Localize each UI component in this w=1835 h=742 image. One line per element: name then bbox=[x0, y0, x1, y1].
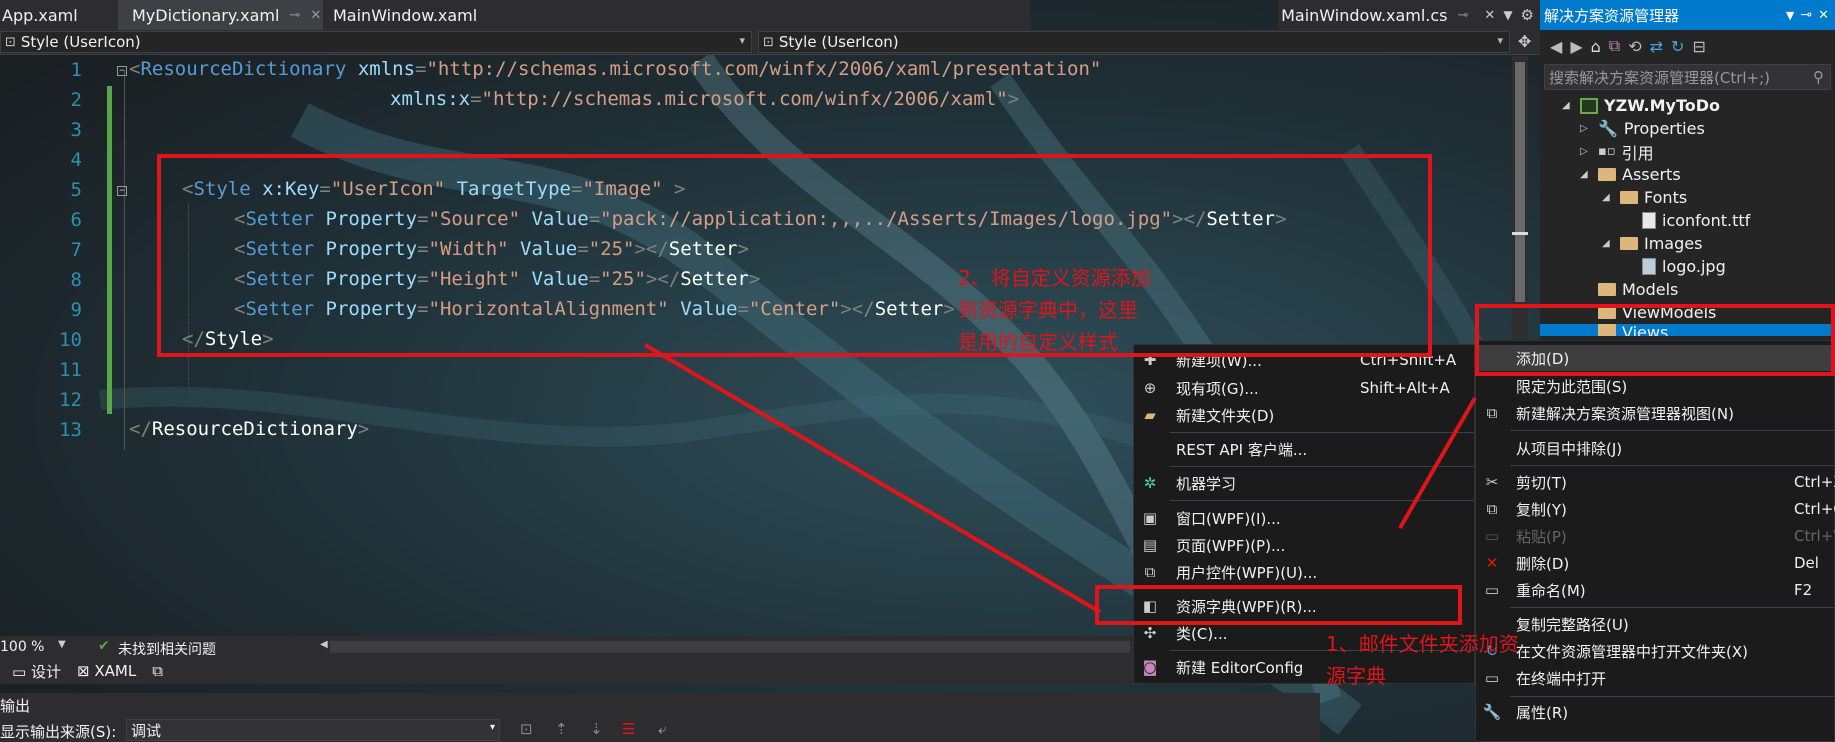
annotation-note-1: 1、邮件文件夹添加资 源字典 bbox=[1326, 632, 1519, 688]
annotation-box-style bbox=[157, 154, 1432, 357]
annotation-box-resource-dictionary bbox=[1095, 585, 1462, 625]
annotation-box-add bbox=[1475, 304, 1835, 376]
annotation-note-2: 2、将自定义资源添加 到资源字典中，这里 是用的自定义样式 bbox=[958, 266, 1151, 354]
vs-window: { "colors":{"accent":"#007acc","annotati… bbox=[0, 0, 1835, 742]
annotation-line bbox=[1398, 397, 1477, 529]
annotation-line bbox=[643, 343, 1102, 614]
